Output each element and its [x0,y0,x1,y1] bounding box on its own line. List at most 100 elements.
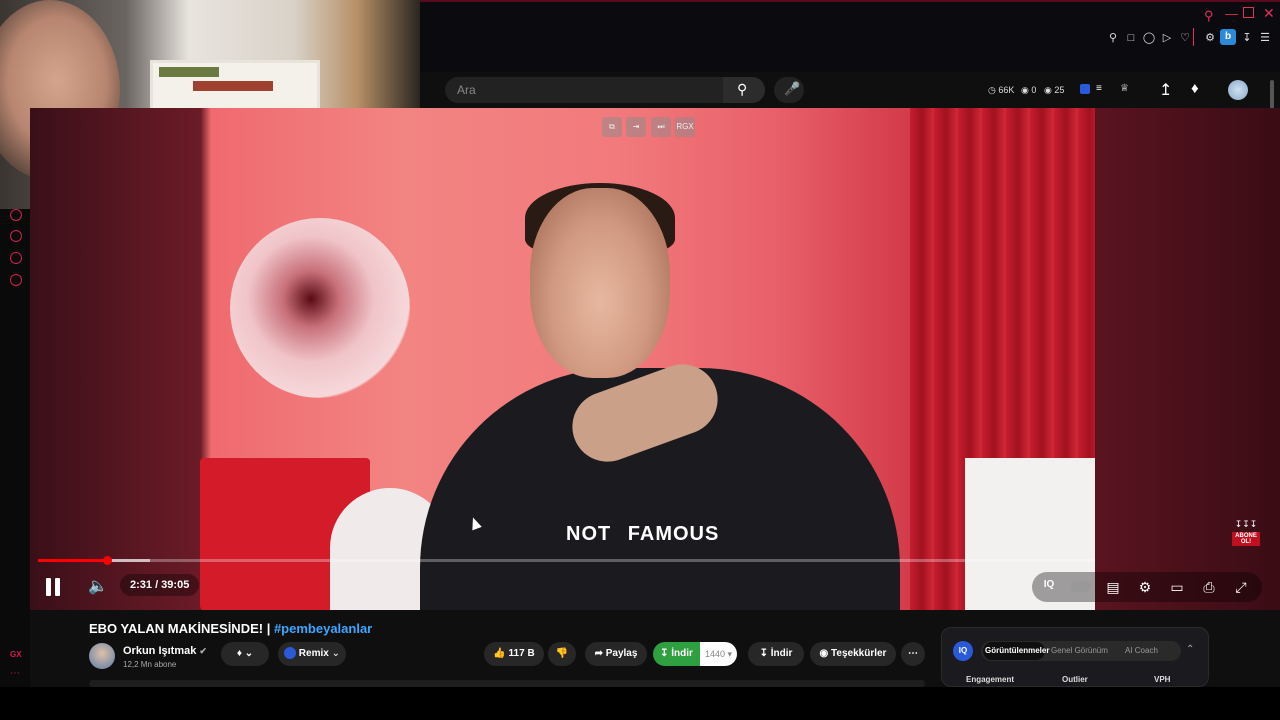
tab-overview[interactable]: Genel Görünüm [1051,646,1108,655]
shield-icon[interactable]: ◯ [1142,31,1156,45]
thumbs-down-icon: 👎 [555,648,569,659]
channel-name-text[interactable]: Orkun Işıtmak [123,645,196,657]
views-stat: ◷ 66K [988,85,1015,95]
vidiq-logo: IQ [953,641,973,661]
close-icon[interactable]: ✕ [1263,5,1275,22]
bottom-black-strip [0,687,1280,720]
like-count: 117 B [508,648,535,659]
bell-icon: ♦ [236,648,242,659]
remix-label: Remix [298,648,329,659]
vidiq-player-icon[interactable]: IQ [1040,579,1058,590]
search-box[interactable] [445,77,765,103]
popout-icon[interactable]: ⧉ [602,117,622,137]
bell-icon[interactable]: ♦ [1191,80,1199,97]
bing-extension-icon[interactable]: b [1220,29,1236,45]
settings-gear-icon[interactable]: ⚙ [1136,579,1154,596]
more-actions-button[interactable]: ⋯ [901,642,925,666]
download-icon: ↧ [759,648,768,659]
maximize-icon[interactable] [1243,7,1254,18]
volume-icon[interactable]: 🔈 [88,576,108,596]
progress-bar[interactable] [38,559,1095,562]
search-button[interactable]: ⚲ [723,77,765,103]
download-quality-select[interactable]: 1440 ▾ [700,642,737,666]
remix-button[interactable]: Remix ⌄ [278,642,346,666]
column-vph: VPH [1154,675,1171,684]
thanks-button[interactable]: ◉ Teşekkürler [810,642,896,666]
thanks-label: Teşekkürler [831,648,887,659]
cast-icon[interactable]: ⎙ [1200,579,1218,596]
download-icon[interactable]: ↧ [1240,31,1254,45]
tshirt-text-left: NOT [566,523,612,545]
tab-views[interactable]: Görüntülenmeler [985,646,1049,655]
list-icon[interactable]: ≡ [1096,83,1102,94]
vidiq-icon[interactable] [1080,84,1090,94]
likes-count: 0 [1031,85,1037,95]
heart-icon[interactable]: ♡ [1178,31,1192,45]
search-input[interactable]: Ara [457,83,476,97]
subtitles-icon[interactable]: ▤ [1104,579,1122,596]
video-hashtag[interactable]: #pembeyalanlar [274,621,372,636]
pin-icon[interactable]: ⚲ [1106,31,1120,45]
settings-icon[interactable] [10,274,22,286]
enter-icon[interactable]: ⇥ [626,117,646,137]
gramophone-horn [230,218,410,398]
channel-name[interactable]: Orkun Işıtmak ✔ [123,645,207,657]
video-title: EBO YALAN MAKİNESİNDE! | #pembeyalanlar [89,621,372,636]
theater-mode-icon[interactable]: ▭ [1168,579,1186,596]
upload-icon[interactable]: ↥ [1159,80,1172,100]
like-button[interactable]: 👍 117 B [484,642,544,666]
thanks-icon: ◉ [819,648,829,659]
column-engagement: Engagement [966,675,1015,684]
progress-scrubber[interactable] [103,556,112,565]
trophy-icon[interactable]: ♕ [1120,83,1129,94]
subscriber-count: 12,2 Mn abone [123,660,177,669]
pause-bar-left [46,578,51,596]
more-icon[interactable]: ⋯ [10,668,20,679]
autoplay-toggle[interactable] [1071,581,1091,592]
fullscreen-icon[interactable]: ⤢ [1232,579,1250,596]
views-count: 66K [998,85,1015,95]
puzzle-icon[interactable] [10,252,22,264]
caret-down-icon: ▾ [727,649,733,659]
crop-icon[interactable]: □ [1124,31,1138,45]
subscribe-watermark[interactable]: ↧↧↧ ABONE OL! [1232,519,1260,547]
chevron-down-icon: ⌄ [331,648,340,659]
person-head [530,188,670,378]
dislike-button[interactable]: 👎 [548,642,576,666]
progress-fill [38,559,107,562]
arrows-down-icon: ↧↧↧ [1234,519,1258,529]
channel-avatar[interactable] [89,643,115,669]
skip-icon[interactable]: ⏭ [651,117,671,137]
chevron-up-icon[interactable]: ⌃ [1186,644,1194,655]
download-arrow-icon: ↧ [660,648,669,659]
abone-label: ABONE OL! [1232,532,1260,546]
tab-ai-coach[interactable]: AI Coach [1125,646,1158,655]
comments-stat: ◉ 25 [1044,85,1065,95]
play-circle-icon[interactable] [10,209,22,221]
pause-bar-right [55,578,60,596]
account-avatar[interactable] [1228,80,1248,100]
video-player[interactable]: NOT FAMOUS [30,108,1095,610]
more-icon: ⋯ [908,648,918,659]
download-green-button[interactable]: ↧ İndir [653,642,700,666]
notification-bell-button[interactable]: ♦ ⌄ [221,642,269,666]
clock-icon[interactable] [10,230,22,242]
share-button[interactable]: ➦ Paylaş [585,642,647,666]
column-outlier: Outlier [1062,675,1088,684]
share-icon: ➦ [594,648,603,659]
download-button[interactable]: ↧ İndir [748,642,804,666]
minimize-icon[interactable]: — [1225,6,1238,21]
pause-button[interactable] [44,574,70,600]
comments-count: 25 [1054,85,1065,95]
menu-icon[interactable]: ☰ [1258,31,1272,45]
voice-search-button[interactable]: 🎤 [774,77,804,103]
download-quality-value: 1440 [704,649,725,659]
rgx-button[interactable]: RGX [675,117,695,137]
play-icon[interactable]: ▷ [1160,31,1174,45]
gx-label[interactable]: GX [10,650,22,659]
time-display: 2:31 / 39:05 [120,574,200,596]
video-title-main: EBO YALAN MAKİNESİNDE! | [89,621,274,636]
search-icon[interactable]: ⚲ [1204,8,1214,24]
vidiq-icon [284,647,296,660]
extensions-icon[interactable]: ⚙ [1203,31,1217,45]
